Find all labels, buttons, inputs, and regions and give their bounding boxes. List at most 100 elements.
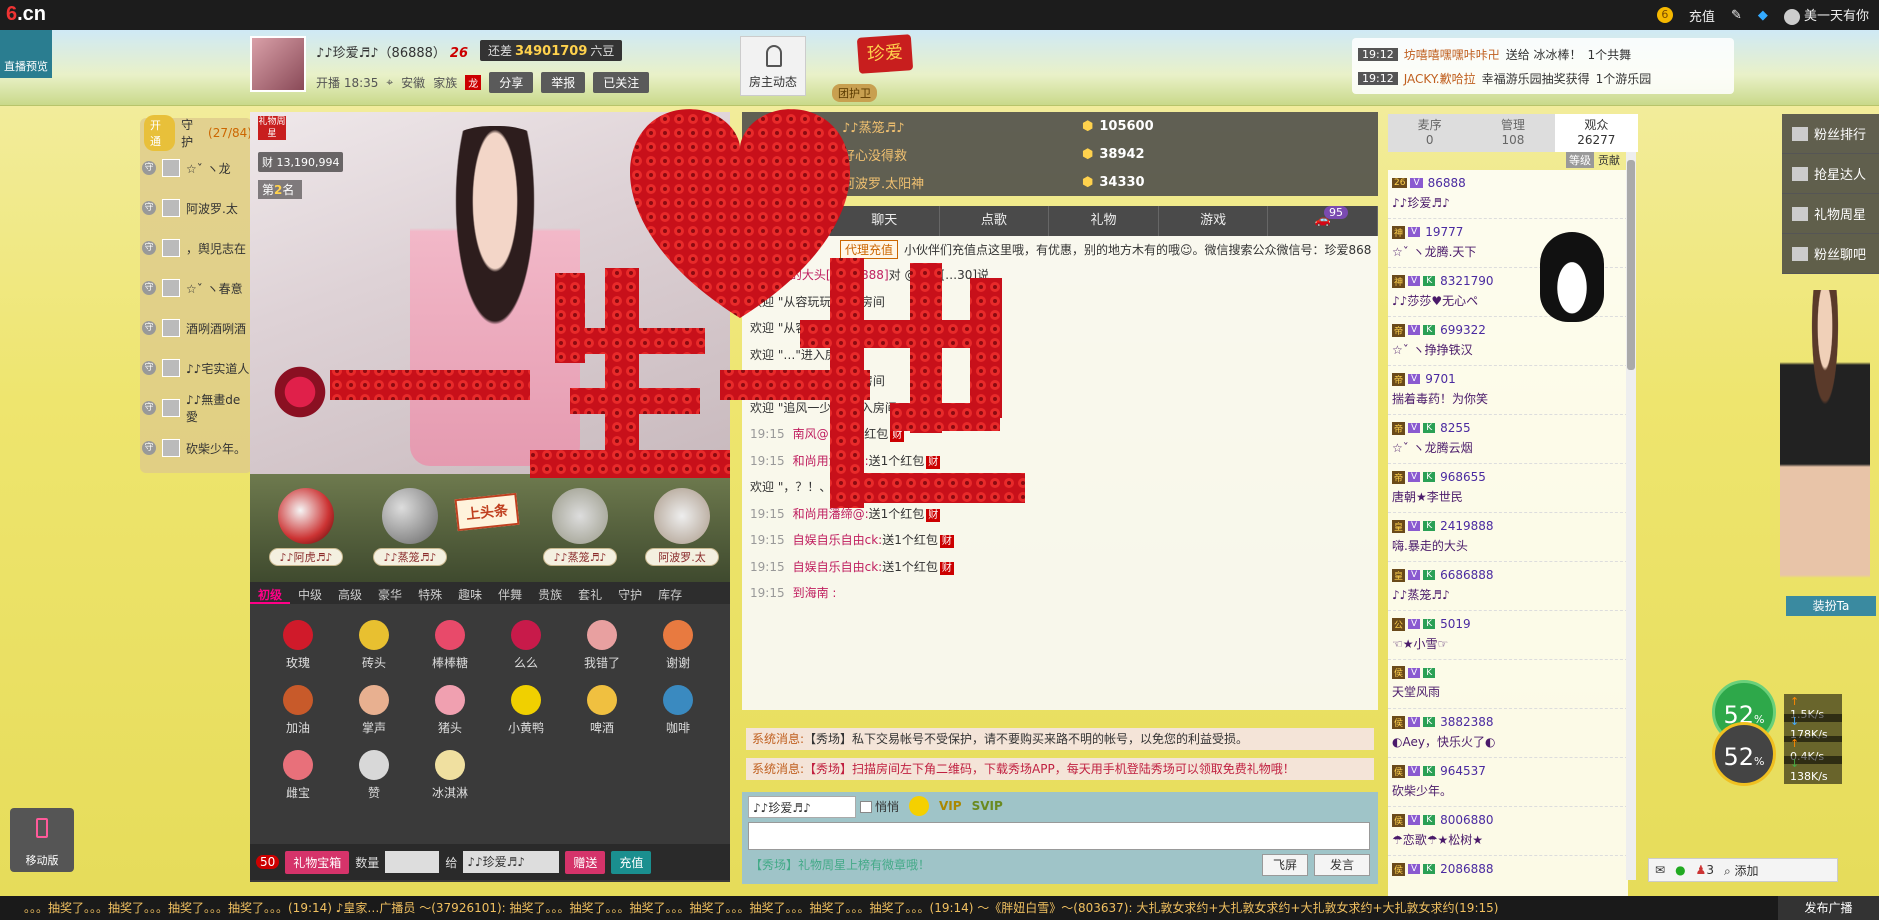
audience-item[interactable]: 侯 V K 8006880 ☂恋歌☂★松树★ bbox=[1388, 807, 1628, 856]
gift-tab[interactable]: 库存 bbox=[650, 582, 690, 604]
audience-item[interactable]: 皇 V K 2419888 嗨.暴走的大头 bbox=[1388, 513, 1628, 562]
top-fan[interactable]: ♪♪蒸笼♬♪ bbox=[370, 488, 450, 566]
gift-item[interactable]: 雌宝 bbox=[260, 750, 336, 801]
report-button[interactable]: 举报 bbox=[541, 72, 586, 93]
guard-item[interactable]: 守 阿波罗.太 bbox=[140, 188, 252, 228]
recharge-link[interactable]: 充值 bbox=[1689, 6, 1715, 25]
svip-emoji-icon[interactable]: SVIP bbox=[972, 799, 1003, 813]
vip-emoji-icon[interactable]: VIP bbox=[939, 799, 962, 813]
gift-item[interactable]: 我错了 bbox=[564, 620, 640, 671]
gift-tab[interactable]: 趣味 bbox=[450, 582, 490, 604]
chat-target-select[interactable]: ♪♪珍爱♬♪ bbox=[748, 796, 856, 818]
chat-user[interactable]: 自娱自乐自由ck: bbox=[793, 560, 883, 574]
gift-item[interactable]: 玫瑰 bbox=[260, 620, 336, 671]
chat-user[interactable]: 和尚用潘缔@: bbox=[793, 507, 869, 521]
gift-tab[interactable]: 贵族 bbox=[530, 582, 570, 604]
gift-tab[interactable]: 特殊 bbox=[410, 582, 450, 604]
scrollbar-thumb[interactable] bbox=[1627, 160, 1635, 370]
gift-tab[interactable]: 伴舞 bbox=[490, 582, 530, 604]
guard-item[interactable]: 守 砍柴少年。 bbox=[140, 428, 252, 468]
tab-mic-queue[interactable]: 麦序 0 bbox=[1388, 114, 1471, 152]
gift-item[interactable]: 小黄鸭 bbox=[488, 685, 564, 736]
share-button[interactable]: 分享 bbox=[489, 72, 534, 93]
network-widget[interactable]: 52% 52% ↑ 1.5K/s ↓ 178K/s ↑ 0.4K/s ↓ 138… bbox=[1712, 680, 1842, 786]
gift-item[interactable]: 棒棒糖 bbox=[412, 620, 488, 671]
gift-tab[interactable]: 套礼 bbox=[570, 582, 610, 604]
week-star-badge[interactable]: 礼物周星 bbox=[258, 116, 286, 140]
edit-icon[interactable]: ✎ bbox=[1731, 8, 1742, 23]
audience-item[interactable]: 公 V K 5019 ☜★小雪☞ bbox=[1388, 611, 1628, 660]
gift-tab[interactable]: 守护 bbox=[610, 582, 650, 604]
gift-tab[interactable]: 中级 bbox=[290, 582, 330, 604]
audience-item[interactable]: 帝 V K 699322 ☆ˇ ヽ挣挣铁汉 bbox=[1388, 317, 1628, 366]
guard-item[interactable]: 守 ♪♪宅实道人 bbox=[140, 348, 252, 388]
gift-item[interactable]: 么么 bbox=[488, 620, 564, 671]
gift-item[interactable]: 谢谢 bbox=[640, 620, 716, 671]
gift-item[interactable]: 咖啡 bbox=[640, 685, 716, 736]
dress-up-button[interactable]: 装扮Ta bbox=[1786, 596, 1876, 616]
audience-item[interactable]: 帝 V K 8255 ☆ˇ ヽ龙腾云烟 bbox=[1388, 415, 1628, 464]
audience-item[interactable]: 侯 V K 3882388 ◐Aey，快乐火了◐ bbox=[1388, 709, 1628, 758]
gift-tab[interactable]: 初级 bbox=[250, 582, 291, 604]
guard-item[interactable]: 守 酒咧酒咧酒 bbox=[140, 308, 252, 348]
open-guard-button[interactable]: 开通 bbox=[144, 115, 176, 151]
audience-item[interactable]: 帝 V 9701 揣着毒药！为你笑 bbox=[1388, 366, 1628, 415]
tab-audience[interactable]: 观众 26277 bbox=[1554, 114, 1638, 152]
guard-item[interactable]: 守 ♪♪無畫de愛 bbox=[140, 388, 252, 428]
audience-item[interactable]: 侯 V K 964537 砍柴少年。 bbox=[1388, 758, 1628, 807]
tab-admins[interactable]: 管理 108 bbox=[1471, 114, 1554, 152]
user-menu[interactable]: 美一天有你 bbox=[1783, 5, 1869, 25]
gift-box-badge[interactable]: 50 bbox=[256, 855, 280, 869]
top-fan[interactable]: ♪♪阿虎♬♪ bbox=[266, 488, 346, 566]
fly-screen-button[interactable]: 飞屏 bbox=[1262, 854, 1308, 876]
recharge-button[interactable]: 充值 bbox=[611, 850, 652, 874]
gift-item[interactable]: 砖头 bbox=[336, 620, 412, 671]
star-grabber-link[interactable]: 抢星达人 bbox=[1782, 154, 1879, 194]
guard-item[interactable]: 守 ，舆児志在 bbox=[140, 228, 252, 268]
audience-item[interactable]: 帝 V K 968655 唐朝★李世民 bbox=[1388, 464, 1628, 513]
whisper-checkbox[interactable]: 悄悄 bbox=[860, 798, 899, 815]
chat-user[interactable]: 南风@: bbox=[793, 427, 833, 441]
coin-icon[interactable]: 6 bbox=[1656, 7, 1673, 23]
site-logo[interactable]: 6.cn bbox=[6, 3, 46, 26]
shield-icon[interactable]: ◆ bbox=[1758, 8, 1768, 23]
fans-chat-link[interactable]: 粉丝聊吧 bbox=[1782, 234, 1879, 274]
publish-broadcast-button[interactable]: 发布广播 bbox=[1778, 896, 1879, 920]
follow-button[interactable]: 已关注 bbox=[593, 72, 650, 93]
tab-chat[interactable]: 聊天 bbox=[830, 206, 940, 236]
chat-user[interactable]: 和尚用潘缔@: bbox=[793, 454, 869, 468]
gift-tab[interactable]: 高级 bbox=[330, 582, 370, 604]
audience-item[interactable]: 侯 V K 天堂风雨 bbox=[1388, 660, 1628, 709]
sort-by-level[interactable]: 等级 bbox=[1566, 152, 1594, 168]
quantity-input[interactable] bbox=[385, 851, 440, 873]
chat-user[interactable]: 到海南 : bbox=[793, 586, 837, 600]
top-fan[interactable]: 阿波罗.太 bbox=[642, 488, 722, 566]
headline-button[interactable]: 上头条 bbox=[454, 492, 520, 532]
send-message-button[interactable]: 发言 bbox=[1314, 854, 1370, 876]
mobile-version-button[interactable]: 移动版 bbox=[10, 808, 74, 872]
gift-item[interactable]: 啤酒 bbox=[564, 685, 640, 736]
tab-gift[interactable]: 礼物 bbox=[1049, 206, 1159, 236]
gift-item[interactable]: 加油 bbox=[260, 685, 336, 736]
agent-recharge-button[interactable]: 代理充值 bbox=[840, 239, 899, 259]
tab-song[interactable]: 点歌 bbox=[940, 206, 1050, 236]
gift-week-star-link[interactable]: 礼物周星 bbox=[1782, 194, 1879, 234]
top-fan[interactable]: ♪♪蒸笼♬♪ bbox=[540, 488, 620, 566]
host-avatar[interactable] bbox=[250, 36, 306, 92]
mail-icon[interactable]: ✉ bbox=[1655, 863, 1665, 877]
live-preview-button[interactable]: 直播预览 bbox=[0, 30, 52, 78]
fans-rank-link[interactable]: 粉丝排行 bbox=[1782, 114, 1879, 154]
audience-item[interactable]: 26 V 86888 ♪♪珍爱♬♪ bbox=[1388, 170, 1628, 219]
gift-tab[interactable]: 豪华 bbox=[370, 582, 410, 604]
friends-count[interactable]: ♟3 bbox=[1696, 863, 1714, 877]
audience-item[interactable]: 侯 V K 2086888 bbox=[1388, 856, 1628, 898]
add-button[interactable]: ⌕ 添加 bbox=[1724, 862, 1759, 879]
guardian-team-label[interactable]: 团护卫 bbox=[832, 84, 877, 102]
chat-message-input[interactable] bbox=[748, 822, 1370, 850]
chat-user[interactable]: 自娱自乐自由ck: bbox=[793, 533, 883, 547]
send-gift-button[interactable]: 赠送 bbox=[565, 850, 606, 874]
gift-target-select[interactable]: ♪♪珍爱♬♪ bbox=[463, 851, 560, 873]
gift-item[interactable]: 冰淇淋 bbox=[412, 750, 488, 801]
emoji-icon[interactable] bbox=[909, 796, 930, 816]
gift-item[interactable]: 赞 bbox=[336, 750, 412, 801]
